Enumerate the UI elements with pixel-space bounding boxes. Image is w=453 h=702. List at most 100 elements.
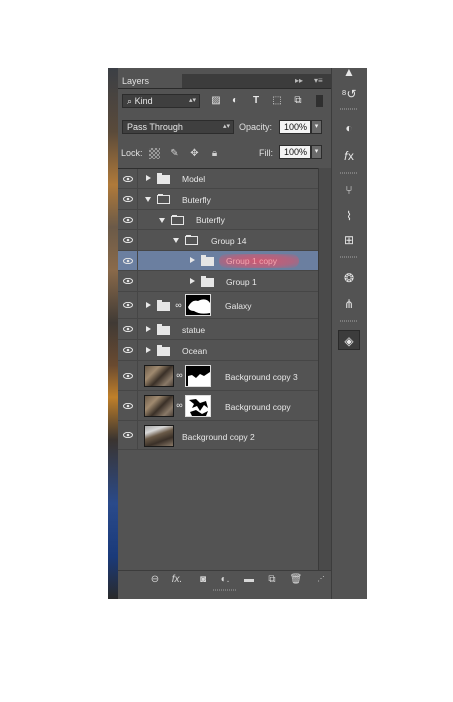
adjustment-filter-icon[interactable]: ◐ — [229, 95, 241, 107]
smart-object-filter-icon[interactable]: ⧉ — [292, 95, 304, 107]
layer-thumbnail[interactable] — [144, 395, 174, 417]
search-icon: ⌕ — [127, 96, 133, 106]
link-icon[interactable]: ⊖ — [148, 574, 162, 586]
opacity-input[interactable]: 100% — [279, 120, 311, 134]
eye-icon — [123, 403, 133, 409]
layer-name[interactable]: Group 1 copy — [226, 256, 277, 266]
layer-row[interactable]: ∞ Galaxy — [118, 292, 318, 319]
shape-filter-icon[interactable]: ⬚ — [271, 95, 283, 107]
layer-row[interactable]: Group 1 — [118, 271, 318, 292]
fill-slider-arrow-icon[interactable]: ▾ — [311, 145, 322, 159]
fx-icon[interactable]: fx. — [170, 574, 184, 586]
layer-row[interactable]: ∞ Background copy — [118, 391, 318, 421]
layer-name[interactable]: Background copy 3 — [225, 372, 298, 382]
visibility-toggle[interactable] — [118, 292, 138, 318]
expand-arrow-icon[interactable] — [146, 302, 151, 308]
layer-name[interactable]: statue — [182, 325, 205, 335]
layer-row[interactable]: ∞ Background copy 3 — [118, 361, 318, 391]
layers-icon[interactable]: ◈ — [338, 330, 360, 350]
panel-menu-icon[interactable]: ▾≡ — [314, 76, 323, 86]
filter-kind-dropdown[interactable]: ⌕ Kind ▴▾ — [122, 94, 200, 108]
lock-position-icon[interactable]: ✥ — [189, 148, 200, 159]
collapse-icon[interactable]: ▲ — [338, 62, 360, 82]
history-icon[interactable]: ⁸↺ — [338, 84, 360, 104]
pixel-filter-icon[interactable]: ▨ — [210, 95, 222, 107]
layer-thumbnail[interactable] — [144, 365, 174, 387]
expand-arrow-icon[interactable] — [190, 257, 195, 263]
layer-row-selected[interactable]: Group 1 copy — [118, 251, 318, 271]
expand-arrow-icon[interactable] — [190, 278, 195, 284]
visibility-toggle[interactable] — [118, 319, 138, 339]
panel-resize-grip[interactable] — [213, 589, 237, 591]
paths-icon[interactable]: ⋔ — [338, 294, 360, 314]
filter-toggle-icon[interactable] — [316, 95, 323, 107]
layer-row[interactable]: Group 14 — [118, 230, 318, 251]
layer-name[interactable]: Group 14 — [211, 236, 246, 246]
blend-mode-dropdown[interactable]: Pass Through ▴▾ — [122, 120, 234, 134]
visibility-toggle[interactable] — [118, 361, 138, 390]
visibility-toggle[interactable] — [118, 189, 138, 209]
type-filter-icon[interactable]: T — [250, 95, 262, 107]
panel-group-grip[interactable] — [340, 172, 358, 174]
layer-name[interactable]: Buterfly — [182, 195, 211, 205]
visibility-toggle[interactable] — [118, 210, 138, 229]
link-icon[interactable]: ∞ — [176, 399, 183, 412]
lock-image-icon[interactable]: ✎ — [169, 148, 180, 159]
resize-grip-icon[interactable]: ⋰ — [314, 574, 328, 586]
layer-name[interactable]: Background copy — [225, 402, 291, 412]
layer-row[interactable]: Buterfly — [118, 210, 318, 230]
expand-arrow-icon[interactable] — [146, 175, 151, 181]
panel-group-grip[interactable] — [340, 108, 358, 110]
clone-source-icon[interactable]: ⊞ — [338, 230, 360, 250]
collapse-arrow-icon[interactable] — [159, 218, 165, 223]
panel-group-grip[interactable] — [340, 320, 358, 322]
visibility-toggle[interactable] — [118, 230, 138, 250]
color-icon[interactable]: ◐ — [338, 118, 360, 138]
brush-presets-icon[interactable]: ⌇ — [338, 206, 360, 226]
visibility-toggle[interactable] — [118, 251, 138, 270]
lock-all-icon[interactable]: 🔒︎ — [209, 148, 220, 159]
expand-arrow-icon[interactable] — [146, 326, 151, 332]
layer-row[interactable]: Buterfly — [118, 189, 318, 210]
fill-input[interactable]: 100% — [279, 145, 311, 159]
layer-name[interactable]: Galaxy — [225, 301, 251, 311]
collapse-icon[interactable]: ▸▸ — [295, 76, 303, 86]
layer-name[interactable]: Ocean — [182, 346, 207, 356]
mask-icon[interactable]: ◙ — [196, 574, 210, 586]
opacity-slider-arrow-icon[interactable]: ▾ — [311, 120, 322, 134]
layers-scrollbar[interactable] — [318, 168, 331, 570]
layer-thumbnail[interactable] — [144, 425, 174, 447]
adjustment-icon[interactable]: ◐. — [218, 574, 232, 586]
blend-mode-value: Pass Through — [127, 122, 183, 132]
brush-icon[interactable]: ⑂ — [338, 180, 360, 200]
link-icon[interactable]: ∞ — [176, 369, 183, 382]
visibility-toggle[interactable] — [118, 340, 138, 360]
new-layer-icon[interactable]: ⧉ — [265, 574, 279, 586]
mask-thumbnail[interactable] — [185, 395, 211, 417]
trash-icon[interactable]: 🗑︎ — [289, 574, 303, 586]
channels-icon[interactable]: ❂ — [338, 268, 360, 288]
layer-row[interactable]: Ocean — [118, 340, 318, 361]
visibility-toggle[interactable] — [118, 271, 138, 291]
tab-layers[interactable]: Layers — [118, 74, 182, 88]
collapse-arrow-icon[interactable] — [173, 238, 179, 243]
visibility-toggle[interactable] — [118, 391, 138, 420]
link-icon[interactable]: ∞ — [175, 299, 182, 312]
panel-group-grip[interactable] — [340, 256, 358, 258]
layer-row[interactable]: statue — [118, 319, 318, 340]
layer-name[interactable]: Model — [182, 174, 205, 184]
layer-row[interactable]: Background copy 2 — [118, 421, 318, 450]
collapse-arrow-icon[interactable] — [145, 197, 151, 202]
expand-arrow-icon[interactable] — [146, 347, 151, 353]
lock-transparency-icon[interactable] — [149, 148, 160, 159]
layer-name[interactable]: Buterfly — [196, 215, 225, 225]
visibility-toggle[interactable] — [118, 169, 138, 188]
mask-thumbnail[interactable] — [185, 294, 211, 316]
mask-thumbnail[interactable] — [185, 365, 211, 387]
layer-name[interactable]: Background copy 2 — [182, 432, 255, 442]
folder-icon[interactable]: ▬ — [242, 574, 256, 586]
visibility-toggle[interactable] — [118, 421, 138, 449]
layer-name[interactable]: Group 1 — [226, 277, 257, 287]
styles-icon[interactable]: 𝑓x — [338, 146, 360, 166]
layer-row[interactable]: Model — [118, 169, 318, 189]
